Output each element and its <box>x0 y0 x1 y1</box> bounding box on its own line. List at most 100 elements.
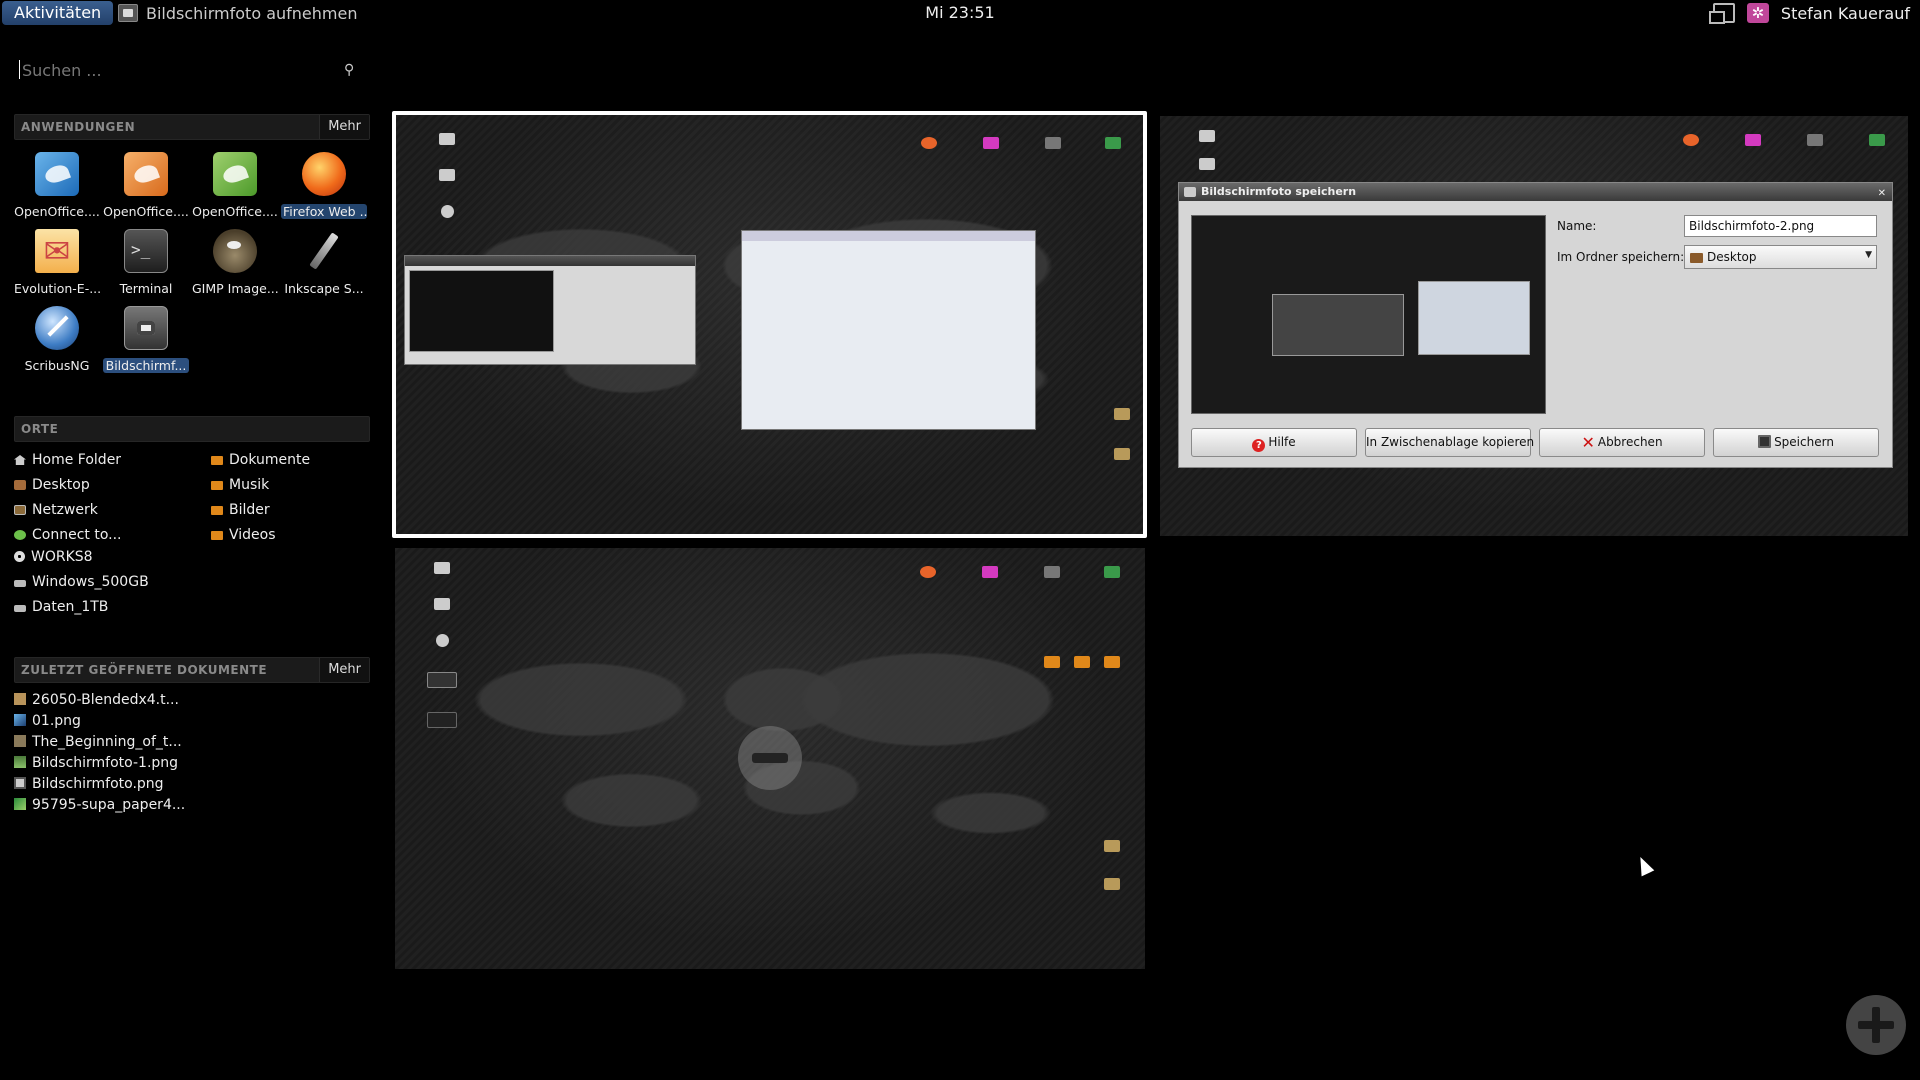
recent-more-button[interactable]: Mehr <box>319 658 369 682</box>
drive-icon <box>14 605 26 612</box>
place-label: Videos <box>229 527 276 543</box>
applications-header: ANWENDUNGEN Mehr <box>14 114 370 140</box>
user-menu[interactable]: Stefan Kauerauf <box>1781 4 1910 23</box>
desktop-folder-icon <box>1095 656 1129 675</box>
recent-label: Bildschirmfoto.png <box>32 776 164 792</box>
recent-item[interactable]: Bildschirmfoto.png <box>14 774 164 794</box>
search-input[interactable] <box>14 56 364 84</box>
mail-icon <box>35 229 79 273</box>
help-button-label: Hilfe <box>1268 435 1296 449</box>
place-label: Bilder <box>229 502 270 518</box>
applications-title: ANWENDUNGEN <box>21 120 136 134</box>
text-caret <box>19 60 20 79</box>
place-label: Dokumente <box>229 452 311 468</box>
app-firefox[interactable]: Firefox Web ... <box>281 150 367 226</box>
activities-button[interactable]: Aktivitäten <box>2 1 114 25</box>
desktop-firefox-icon <box>912 137 946 156</box>
desktop-drive-icon <box>1190 158 1224 177</box>
folder-icon <box>211 456 223 465</box>
clock[interactable]: Mi 23:51 <box>925 3 994 22</box>
top-panel: Aktivitäten Bildschirmfoto aufnehmen Mi … <box>0 0 1920 26</box>
save-screenshot-dialog: Bildschirmfoto speichern ✕ Name: Bildsch… <box>1178 182 1893 468</box>
help-button[interactable]: ? Hilfe <box>1191 428 1357 457</box>
desktop-image-icon <box>425 672 459 695</box>
place-connect[interactable]: Connect to... <box>14 525 122 545</box>
filename-field[interactable]: Bildschirmfoto-2.png <box>1684 215 1877 237</box>
home-icon <box>14 455 26 465</box>
desktop-drive-icon <box>425 598 459 617</box>
place-network[interactable]: Netzwerk <box>14 500 98 520</box>
app-screenshot[interactable]: Bildschirmf... <box>103 304 189 380</box>
place-home[interactable]: Home Folder <box>14 450 121 470</box>
desktop-editor-icon <box>1860 134 1894 153</box>
cancel-icon: ✕ <box>1581 433 1595 452</box>
place-works8[interactable]: WORKS8 <box>14 547 93 567</box>
app-menu[interactable]: Bildschirmfoto aufnehmen <box>118 0 357 26</box>
desktop-editor-icon <box>1096 137 1130 156</box>
network-folder-icon <box>14 505 26 515</box>
save-button[interactable]: Speichern <box>1713 428 1879 457</box>
desktop-terminal-icon <box>1798 134 1832 153</box>
place-label: WORKS8 <box>31 549 93 565</box>
place-musik[interactable]: Musik <box>211 475 269 495</box>
app-label: OpenOffice.... <box>103 204 189 219</box>
app-label: Bildschirmf... <box>103 358 189 373</box>
recent-item[interactable]: 95795-supa_paper4... <box>14 795 185 815</box>
workspace-thumbnail-2[interactable]: Bildschirmfoto speichern ✕ Name: Bildsch… <box>1160 116 1908 536</box>
desktop-app-icon <box>974 137 1008 156</box>
recent-item[interactable]: The_Beginning_of_t... <box>14 732 182 752</box>
cancel-button[interactable]: ✕ Abbrechen <box>1539 428 1705 457</box>
app-openoffice-calc[interactable]: OpenOffice.... <box>192 150 278 226</box>
drive-icon <box>14 580 26 587</box>
app-openoffice-writer[interactable]: OpenOffice.... <box>14 150 100 226</box>
app-evolution[interactable]: Evolution-E-... <box>14 227 100 303</box>
image-file-icon <box>14 777 26 789</box>
place-windows-500gb[interactable]: Windows_500GB <box>14 572 149 592</box>
app-scribus[interactable]: ScribusNG <box>14 304 100 380</box>
screenshot-app-icon <box>118 4 138 22</box>
recent-item[interactable]: 01.png <box>14 711 81 731</box>
accessibility-icon[interactable]: ✲ <box>1746 3 1769 23</box>
place-daten-1tb[interactable]: Daten_1TB <box>14 597 108 617</box>
place-bilder[interactable]: Bilder <box>211 500 270 520</box>
place-label: Netzwerk <box>32 502 98 518</box>
recent-header: ZULETZT GEÖFFNETE DOKUMENTE Mehr <box>14 657 370 683</box>
applications-more-button[interactable]: Mehr <box>319 115 369 139</box>
recent-item[interactable]: Bildschirmfoto-1.png <box>14 753 178 773</box>
desktop-app-icon <box>1736 134 1770 153</box>
app-terminal[interactable]: Terminal <box>103 227 189 303</box>
app-gimp[interactable]: GIMP Image... <box>192 227 278 303</box>
desktop-icon <box>14 480 26 490</box>
place-dokumente[interactable]: Dokumente <box>211 450 310 470</box>
place-desktop[interactable]: Desktop <box>14 475 90 495</box>
place-label: Home Folder <box>32 452 122 468</box>
inkscape-icon <box>302 229 346 273</box>
app-inkscape[interactable]: Inkscape S... <box>281 227 367 303</box>
network-icon[interactable] <box>1708 3 1735 24</box>
folder-select[interactable]: Desktop ▼ <box>1684 245 1877 269</box>
remove-workspace-button[interactable] <box>738 726 802 790</box>
desktop-drive-icon <box>425 562 459 581</box>
desktop-firefox-icon <box>1674 134 1708 153</box>
image-file-icon <box>14 798 26 810</box>
recent-item[interactable]: 26050-Blendedx4.t... <box>14 690 179 710</box>
openoffice-calc-icon <box>213 152 257 196</box>
desktop-file-icon <box>1095 878 1129 897</box>
folder-icon <box>211 506 223 515</box>
add-workspace-button[interactable] <box>1846 995 1906 1055</box>
place-label: Windows_500GB <box>32 574 149 590</box>
camera-icon <box>124 306 168 350</box>
dialog-title: Bildschirmfoto speichern <box>1201 185 1357 198</box>
desktop-drive-icon <box>430 169 464 188</box>
place-videos[interactable]: Videos <box>211 525 276 545</box>
workspace-thumbnail-1[interactable] <box>392 111 1147 538</box>
desktop-terminal-icon <box>1035 566 1069 585</box>
desktop-disc-icon <box>430 205 464 225</box>
desktop-terminal-icon <box>1036 137 1070 156</box>
desktop-drive-icon <box>430 133 464 152</box>
mini-browser-window <box>741 230 1036 430</box>
mini-screenshot-dialog <box>404 255 696 365</box>
copy-to-clipboard-button[interactable]: In Zwischenablage kopieren <box>1365 428 1534 457</box>
app-openoffice-impress[interactable]: OpenOffice.... <box>103 150 189 226</box>
close-icon[interactable]: ✕ <box>1878 185 1886 203</box>
